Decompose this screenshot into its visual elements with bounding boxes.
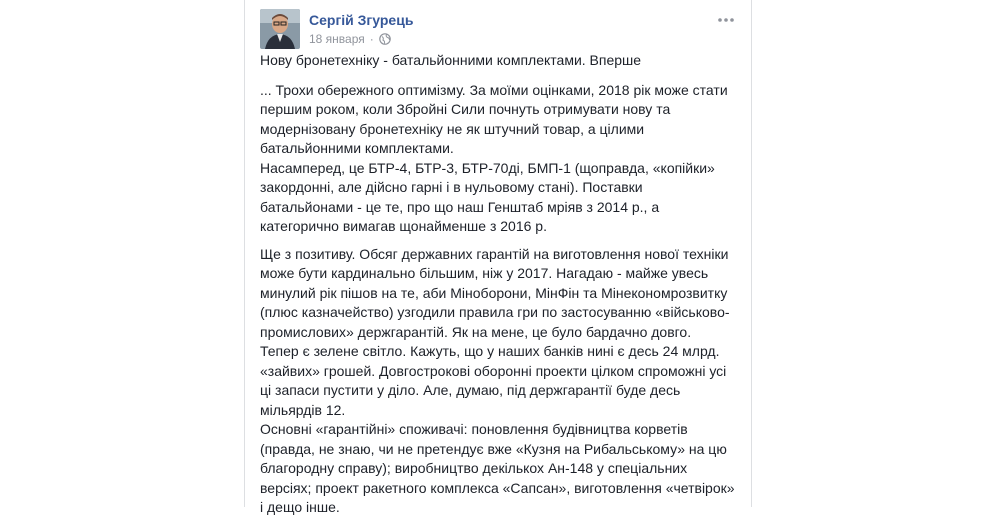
meta-separator: · bbox=[369, 32, 374, 46]
profile-photo-icon bbox=[260, 9, 300, 49]
post-paragraph: ... Трохи обережного оптимізму. За моїми… bbox=[260, 81, 728, 235]
post-header: Сергій Згурець 18 января · bbox=[260, 9, 736, 49]
globe-icon[interactable] bbox=[378, 33, 391, 48]
post-body: Нову бронетехніку - батальйонними компле… bbox=[260, 51, 736, 518]
post-title: Нову бронетехніку - батальйонними компле… bbox=[260, 52, 642, 68]
post-meta: 18 января · bbox=[309, 32, 391, 48]
post-paragraph: Ще з позитиву. Обсяг державних гарантій … bbox=[260, 245, 730, 418]
author-name[interactable]: Сергій Згурець bbox=[309, 12, 413, 28]
facebook-post-card: Сергій Згурець 18 января · Нову бронетехн… bbox=[244, 0, 752, 515]
more-options-icon[interactable] bbox=[716, 13, 736, 27]
avatar[interactable] bbox=[260, 9, 300, 49]
post-paragraph: Основні «гарантійні» споживачі: поновлен… bbox=[260, 421, 735, 515]
post-date[interactable]: 18 января bbox=[309, 32, 365, 46]
